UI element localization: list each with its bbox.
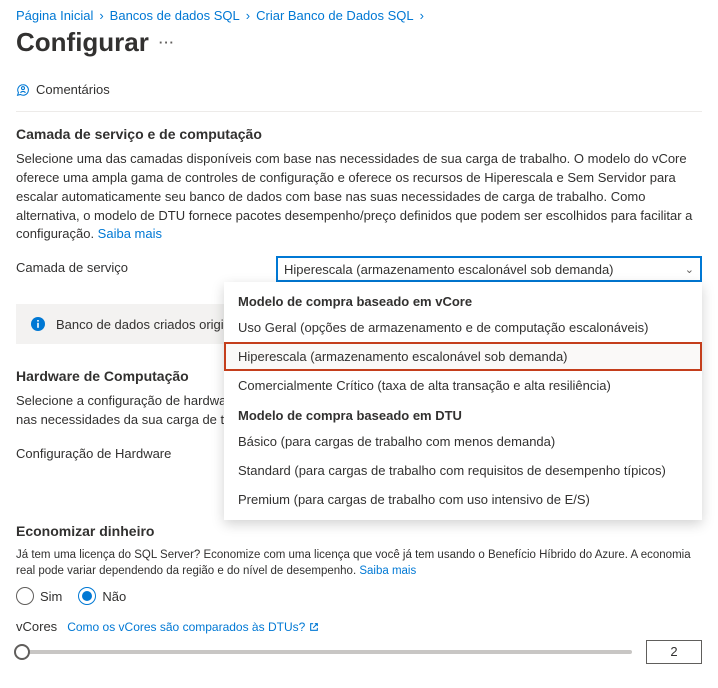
comments-label: Comentários bbox=[36, 82, 110, 97]
save-money-desc: Já tem uma licença do SQL Server? Econom… bbox=[16, 547, 702, 579]
page-title: Configurar bbox=[16, 27, 149, 58]
dropdown-item-hyperscale[interactable]: Hiperescala (armazenamento escalonável s… bbox=[224, 342, 702, 371]
external-link-icon bbox=[309, 622, 319, 632]
save-money-desc-text: Já tem uma licença do SQL Server? Econom… bbox=[16, 549, 691, 577]
dropdown-group-header: Modelo de compra baseado em vCore bbox=[224, 286, 702, 313]
service-tier-select[interactable]: Hiperescala (armazenamento escalonável s… bbox=[276, 256, 702, 282]
service-tier-title: Camada de serviço e de computação bbox=[16, 126, 702, 142]
radio-circle-icon bbox=[16, 587, 34, 605]
dropdown-item-premium[interactable]: Premium (para cargas de trabalho com uso… bbox=[224, 485, 702, 514]
vcores-row: vCores Como os vCores são comparados às … bbox=[16, 619, 702, 634]
service-tier-desc: Selecione uma das camadas disponíveis co… bbox=[16, 150, 702, 244]
chevron-down-icon: ⌄ bbox=[685, 263, 694, 276]
radio-yes-label: Sim bbox=[40, 589, 62, 604]
chevron-right-icon: › bbox=[99, 8, 103, 23]
slider-thumb-icon[interactable] bbox=[14, 644, 30, 660]
page-title-row: Configurar ··· bbox=[16, 27, 702, 58]
chevron-right-icon: › bbox=[246, 8, 250, 23]
dropdown-item-general-purpose[interactable]: Uso Geral (opções de armazenamento e de … bbox=[224, 313, 702, 342]
radio-yes[interactable]: Sim bbox=[16, 587, 62, 605]
breadcrumb: Página Inicial › Bancos de dados SQL › C… bbox=[16, 8, 702, 23]
service-tier-row: Camada de serviço Hiperescala (armazenam… bbox=[16, 256, 702, 282]
radio-no[interactable]: Não bbox=[78, 587, 126, 605]
vcores-slider[interactable] bbox=[16, 650, 632, 654]
chevron-right-icon: › bbox=[420, 8, 424, 23]
info-icon bbox=[30, 316, 46, 332]
comment-icon bbox=[16, 83, 30, 97]
more-actions-icon[interactable]: ··· bbox=[159, 35, 175, 50]
service-tier-dropdown: Modelo de compra baseado em vCore Uso Ge… bbox=[224, 282, 702, 520]
radio-no-label: Não bbox=[102, 589, 126, 604]
dropdown-item-basic[interactable]: Básico (para cargas de trabalho com meno… bbox=[224, 427, 702, 456]
vcores-label: vCores bbox=[16, 619, 57, 634]
service-tier-label: Camada de serviço bbox=[16, 256, 276, 275]
service-tier-selected-value: Hiperescala (armazenamento escalonável s… bbox=[284, 262, 614, 277]
save-money-learn-more-link[interactable]: Saiba mais bbox=[359, 565, 416, 577]
dropdown-group-header: Modelo de compra baseado em DTU bbox=[224, 400, 702, 427]
save-money-radio-group: Sim Não bbox=[16, 587, 702, 605]
vcores-compare-link[interactable]: Como os vCores são comparados às DTUs? bbox=[67, 620, 319, 634]
hardware-desc-line1: Selecione a configuração de hardware cor bbox=[16, 393, 260, 408]
toolbar: Comentários bbox=[16, 76, 702, 112]
save-money-title: Economizar dinheiro bbox=[16, 523, 702, 539]
dropdown-item-standard[interactable]: Standard (para cargas de trabalho com re… bbox=[224, 456, 702, 485]
breadcrumb-item-home[interactable]: Página Inicial bbox=[16, 8, 93, 23]
breadcrumb-item-sql-databases[interactable]: Bancos de dados SQL bbox=[110, 8, 240, 23]
service-tier-learn-more-link[interactable]: Saiba mais bbox=[98, 226, 162, 241]
dropdown-item-business-critical[interactable]: Comercialmente Crítico (taxa de alta tra… bbox=[224, 371, 702, 400]
vcores-value-input[interactable]: 2 bbox=[646, 640, 702, 664]
breadcrumb-item-create-sql-db[interactable]: Criar Banco de Dados SQL bbox=[256, 8, 414, 23]
vcores-compare-text: Como os vCores são comparados às DTUs? bbox=[67, 620, 305, 634]
vcores-slider-row: 2 bbox=[16, 640, 702, 664]
comments-button[interactable]: Comentários bbox=[16, 82, 110, 97]
radio-circle-icon bbox=[78, 587, 96, 605]
